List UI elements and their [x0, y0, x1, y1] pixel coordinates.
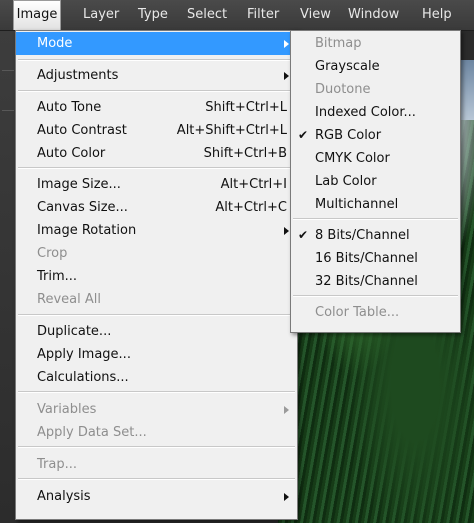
menu-item-label: Duotone [315, 82, 371, 97]
image-menu-item-trap: Trap... [16, 453, 297, 476]
menu-select[interactable]: Select [187, 0, 227, 30]
menu-item-label: Multichannel [315, 197, 399, 212]
submenu-arrow-icon [284, 493, 289, 501]
image-menu-item-apply-image[interactable]: Apply Image... [16, 343, 297, 366]
menu-item-label: Auto Color [37, 146, 106, 161]
menu-item-label: Calculations... [37, 370, 129, 385]
menu-item-label: RGB Color [315, 128, 382, 143]
menu-item-label: 8 Bits/Channel [315, 228, 410, 243]
menu-item-label: Crop [37, 246, 68, 261]
mode-item-8-bits-channel[interactable]: ✔ 8 Bits/Channel [291, 224, 460, 247]
mode-submenu: Bitmap Grayscale Duotone Indexed Color... ✔ R… [290, 30, 461, 333]
menu-item-label: Auto Tone [37, 100, 102, 115]
mode-item-16-bits-channel[interactable]: 16 Bits/Channel [291, 247, 460, 270]
mode-item-lab-color[interactable]: Lab Color [291, 170, 460, 193]
menu-item-shortcut: Alt+Ctrl+I [220, 177, 287, 192]
mode-item-cmyk-color[interactable]: CMYK Color [291, 147, 460, 170]
image-menu-item-trim[interactable]: Trim... [16, 265, 297, 288]
menu-filter[interactable]: Filter [247, 0, 279, 30]
menu-separator [18, 90, 295, 92]
menu-item-label: Adjustments [37, 68, 119, 83]
image-menu-item-analysis[interactable]: Analysis [16, 485, 297, 508]
menu-separator [18, 59, 295, 61]
submenu-arrow-icon [284, 72, 289, 80]
menu-window[interactable]: Window [348, 0, 399, 30]
mode-item-bitmap: Bitmap [291, 32, 460, 55]
menu-item-label: Apply Image... [37, 347, 131, 362]
menu-item-shortcut: Alt+Ctrl+C [215, 200, 287, 215]
menu-item-label: Grayscale [315, 59, 380, 74]
menu-item-label: Canvas Size... [37, 200, 128, 215]
menu-item-shortcut: Shift+Ctrl+B [203, 146, 287, 161]
menu-item-label: Trap... [37, 457, 77, 472]
image-menu-item-mode[interactable]: Mode [16, 32, 297, 55]
submenu-arrow-icon [284, 406, 289, 414]
image-menu-item-crop: Crop [16, 242, 297, 265]
image-menu-item-calculations[interactable]: Calculations... [16, 366, 297, 389]
menu-item-label: CMYK Color [315, 151, 390, 166]
mode-item-grayscale[interactable]: Grayscale [291, 55, 460, 78]
menu-item-label: Auto Contrast [37, 123, 127, 138]
menu-item-label: Analysis [37, 489, 91, 504]
menu-item-label: Duplicate... [37, 324, 112, 339]
menu-separator [18, 478, 295, 480]
image-menu-item-auto-contrast[interactable]: Auto Contrast Alt+Shift+Ctrl+L [16, 119, 297, 142]
menu-item-label: Indexed Color... [315, 105, 416, 120]
tool-divider [2, 70, 14, 71]
menu-separator [18, 391, 295, 393]
menu-item-label: Reveal All [37, 292, 101, 307]
menu-image[interactable]: Image [13, 0, 61, 30]
menu-item-label: Bitmap [315, 36, 362, 51]
menu-item-label: Trim... [37, 269, 78, 284]
image-menu-item-auto-color[interactable]: Auto Color Shift+Ctrl+B [16, 142, 297, 165]
menu-separator [18, 167, 295, 169]
image-menu-item-canvas-size[interactable]: Canvas Size... Alt+Ctrl+C [16, 196, 297, 219]
menu-type[interactable]: Type [138, 0, 168, 30]
image-menu-item-apply-data-set: Apply Data Set... [16, 421, 297, 444]
mode-item-rgb-color[interactable]: ✔ RGB Color [291, 124, 460, 147]
menu-item-shortcut: Alt+Shift+Ctrl+L [176, 123, 287, 138]
menu-item-label: Color Table... [315, 305, 400, 320]
menu-item-label: Apply Data Set... [37, 425, 147, 440]
menu-layer[interactable]: Layer [83, 0, 119, 30]
image-menu-item-adjustments[interactable]: Adjustments [16, 64, 297, 87]
menu-separator [18, 314, 295, 316]
image-menu-item-auto-tone[interactable]: Auto Tone Shift+Ctrl+L [16, 96, 297, 119]
checkmark-icon: ✔ [298, 228, 309, 242]
photoshop-window: Image Layer Type Select Filter View Wind… [0, 0, 474, 523]
menu-separator [18, 446, 295, 448]
image-menu-item-image-rotation[interactable]: Image Rotation [16, 219, 297, 242]
menu-item-label: Image Rotation [37, 223, 137, 238]
menu-item-label: 16 Bits/Channel [315, 251, 418, 266]
mode-item-multichannel[interactable]: Multichannel [291, 193, 460, 216]
menu-help[interactable]: Help [422, 0, 452, 30]
menu-bar: Image Layer Type Select Filter View Wind… [0, 0, 474, 31]
submenu-arrow-icon [284, 227, 289, 235]
menu-separator [293, 218, 458, 220]
menu-item-label: Mode [37, 36, 73, 51]
menu-item-label: 32 Bits/Channel [315, 274, 418, 289]
menu-item-label: Lab Color [315, 174, 377, 189]
tool-divider [2, 110, 14, 111]
menu-item-label: Image Size... [37, 177, 121, 192]
image-menu-item-reveal-all: Reveal All [16, 288, 297, 311]
menu-view[interactable]: View [300, 0, 331, 30]
image-menu-item-image-size[interactable]: Image Size... Alt+Ctrl+I [16, 173, 297, 196]
image-menu-item-duplicate[interactable]: Duplicate... [16, 320, 297, 343]
menu-item-shortcut: Shift+Ctrl+L [205, 100, 287, 115]
mode-item-duotone: Duotone [291, 78, 460, 101]
image-menu: Mode Adjustments Auto Tone Shift+Ctrl+L Auto… [15, 30, 298, 520]
submenu-arrow-icon [284, 40, 289, 48]
menu-separator [293, 295, 458, 297]
checkmark-icon: ✔ [298, 128, 309, 142]
tools-panel-edge [0, 30, 16, 523]
image-menu-item-variables: Variables [16, 398, 297, 421]
mode-item-color-table: Color Table... [291, 301, 460, 324]
mode-item-indexed-color[interactable]: Indexed Color... [291, 101, 460, 124]
mode-item-32-bits-channel[interactable]: 32 Bits/Channel [291, 270, 460, 293]
menu-item-label: Variables [37, 402, 97, 417]
